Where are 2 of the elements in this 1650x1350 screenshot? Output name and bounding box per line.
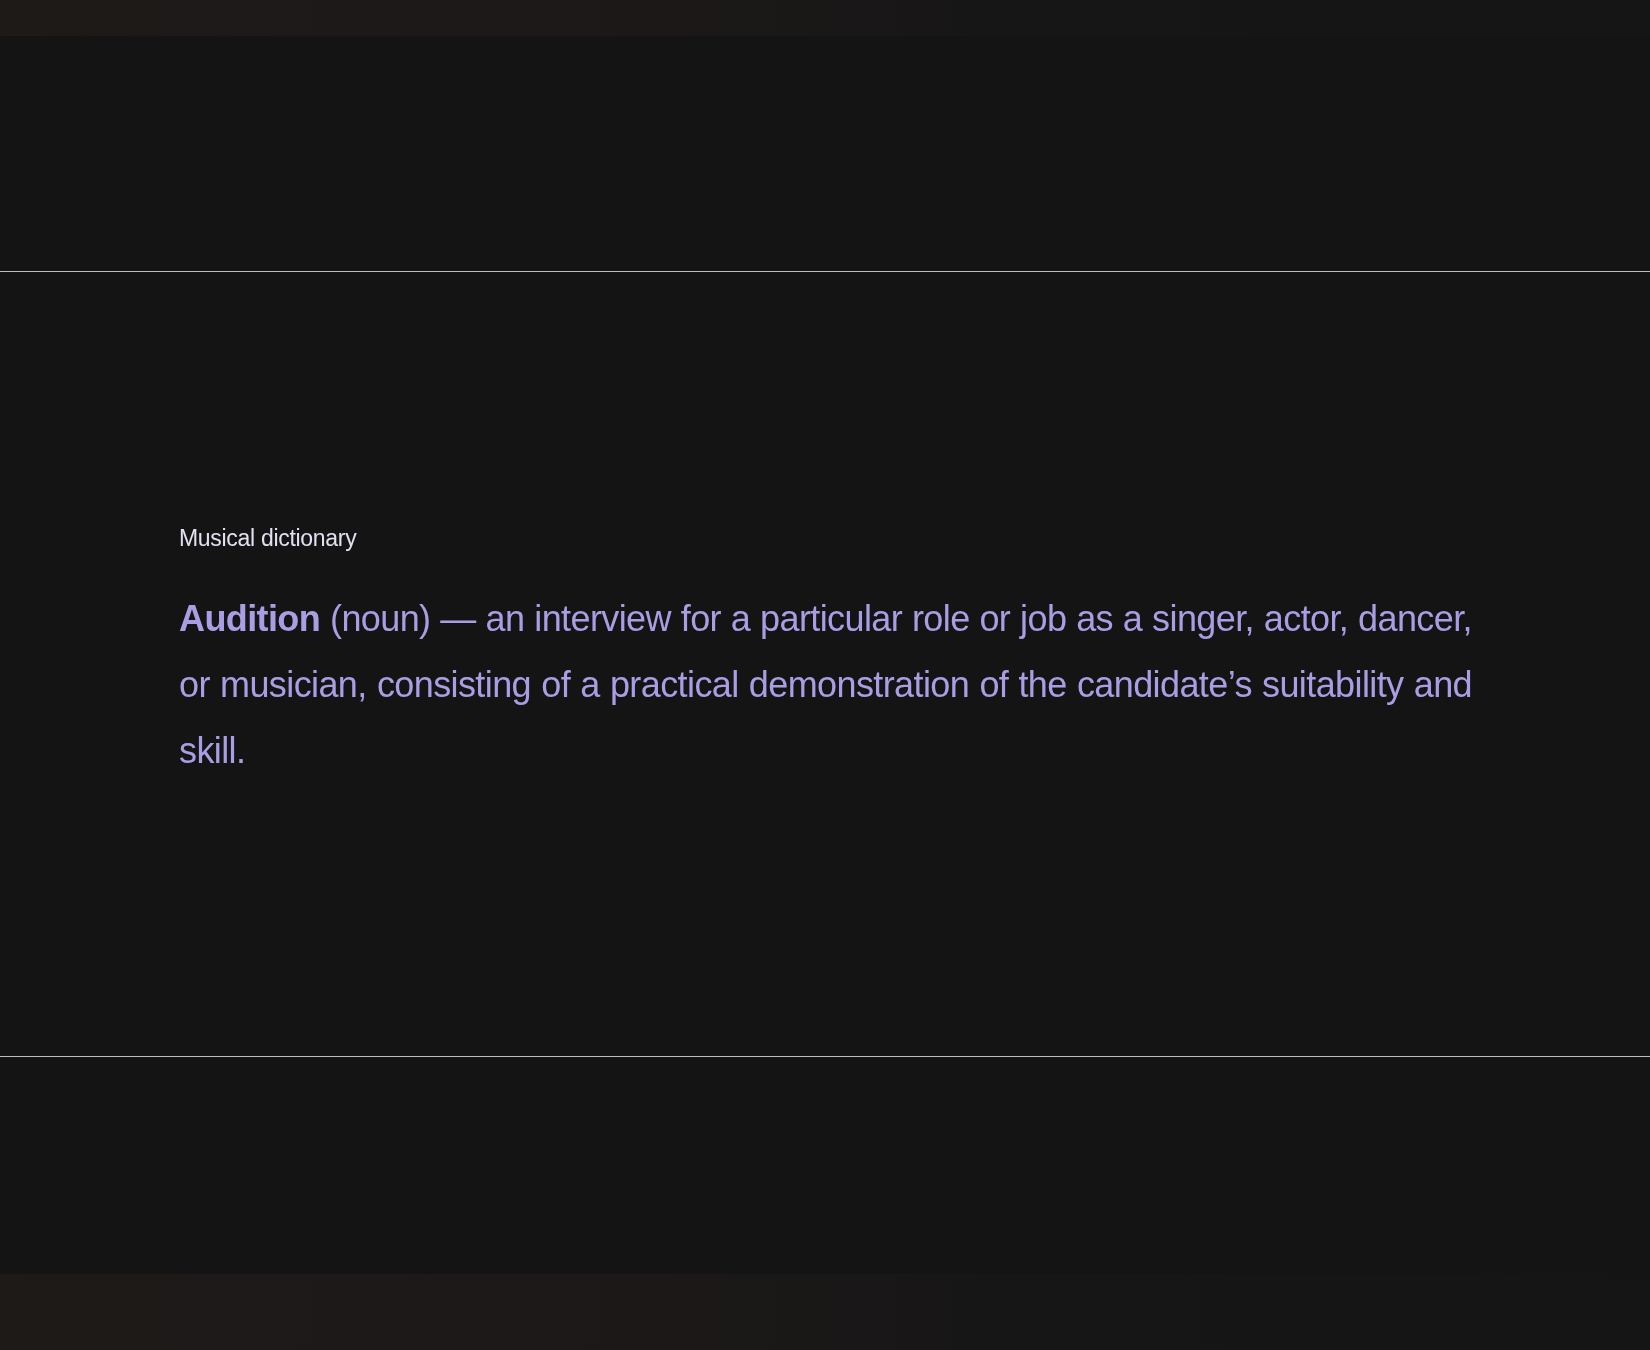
section-label: Musical dictionary — [179, 524, 358, 552]
definition-text: Audition (noun) — an interview for a particular role or job as a singer, actor, dancer, or musician, consisting of a practical demonstration of the candidate’s suitability and skill. — [179, 596, 1472, 773]
